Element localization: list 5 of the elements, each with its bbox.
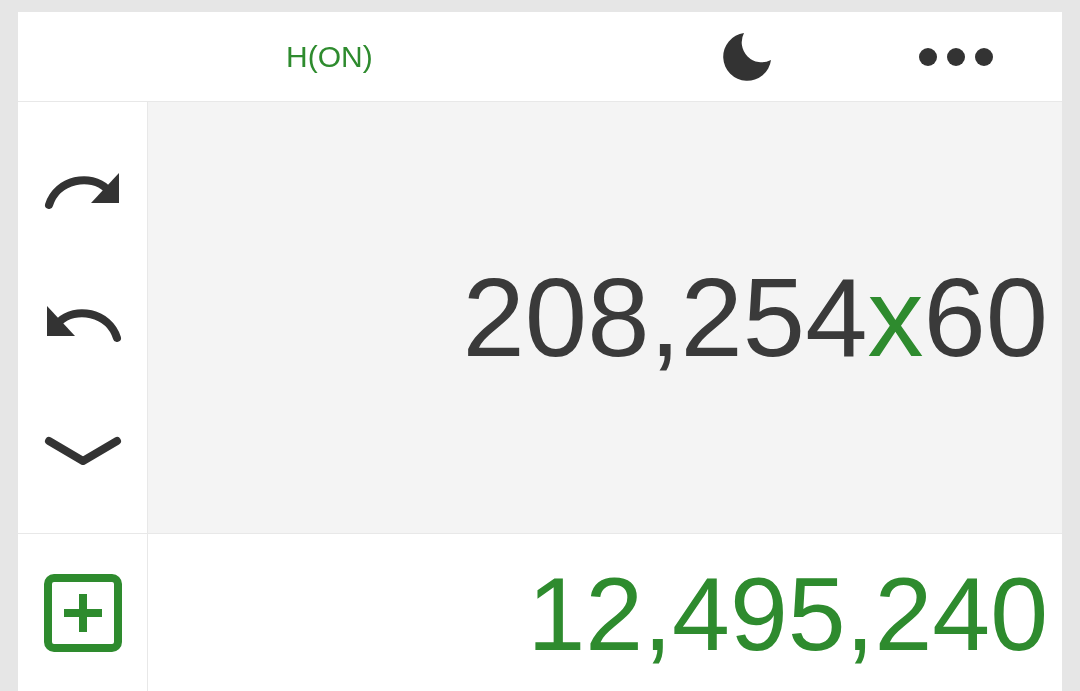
expression-display: 208,254x60 xyxy=(462,261,1048,374)
result-display: 12,495,240 xyxy=(527,562,1048,674)
more-icon[interactable] xyxy=(917,46,994,67)
plus-square-icon[interactable] xyxy=(43,574,122,652)
mode-label[interactable]: H(ON) xyxy=(286,34,373,79)
